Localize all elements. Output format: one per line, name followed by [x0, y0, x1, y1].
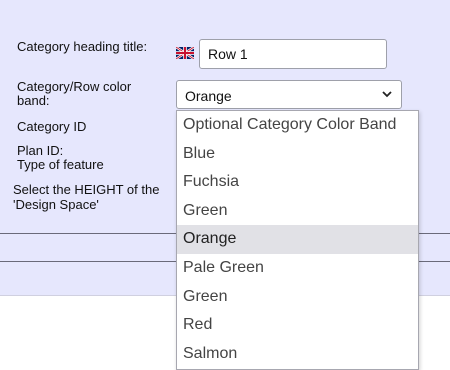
- chevron-down-icon: [382, 91, 392, 98]
- dropdown-option-red[interactable]: Red: [177, 311, 418, 340]
- category-id-label: Category ID: [17, 119, 87, 134]
- color-band-label-line1: Category/Row color: [17, 79, 132, 94]
- dropdown-option-green-2[interactable]: Green: [177, 283, 418, 312]
- dropdown-option-pale-green[interactable]: Pale Green: [177, 254, 418, 283]
- color-band-select[interactable]: Orange: [176, 80, 402, 109]
- plan-id-label: Plan ID:: [17, 143, 64, 158]
- dropdown-option-orange[interactable]: Orange: [177, 225, 418, 254]
- color-band-selected-value: Orange: [185, 88, 232, 104]
- dropdown-option-salmon[interactable]: Salmon: [177, 340, 418, 369]
- dropdown-option-blue[interactable]: Blue: [177, 140, 418, 169]
- color-band-label-line2: band:: [17, 93, 50, 108]
- dropdown-option-fuchsia[interactable]: Fuchsia: [177, 168, 418, 197]
- dropdown-option-placeholder[interactable]: Optional Category Color Band: [177, 111, 418, 140]
- heading-title-input[interactable]: Row 1: [199, 39, 387, 69]
- heading-title-label: Category heading title:: [17, 39, 148, 54]
- dropdown-option-green[interactable]: Green: [177, 197, 418, 226]
- uk-flag-icon: [176, 47, 194, 59]
- color-band-dropdown-list[interactable]: Optional Category Color Band Blue Fuchsi…: [176, 110, 419, 370]
- height-label-line1: Select the HEIGHT of the: [13, 182, 160, 197]
- height-label-line2: 'Design Space': [13, 197, 99, 212]
- feature-type-label: Type of feature: [17, 157, 104, 172]
